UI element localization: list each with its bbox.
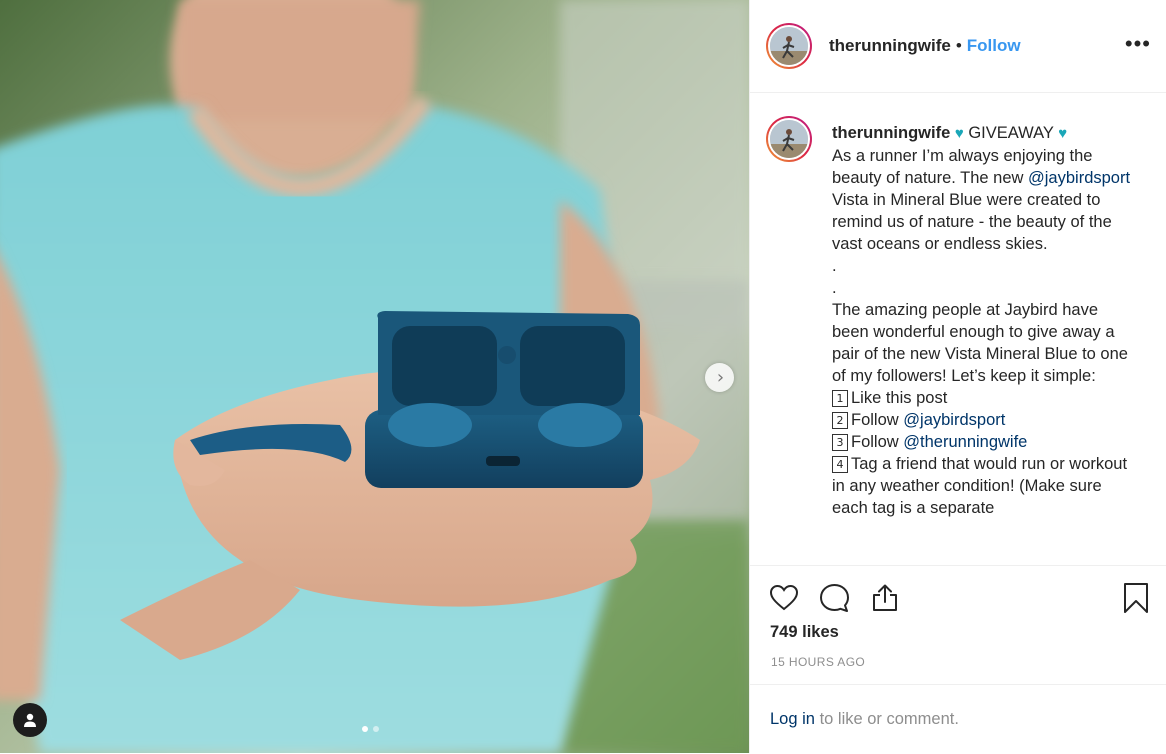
mention-link[interactable]: @jaybirdsport [1028, 169, 1130, 187]
keycap-number-icon: 1 [832, 390, 848, 407]
post-header: therunningwife • Follow ••• [750, 0, 1166, 93]
separator-dot: • [955, 36, 962, 55]
like-heart-icon[interactable] [768, 582, 800, 614]
step-text: Follow [851, 433, 899, 451]
post-timestamp[interactable]: 15 HOURS AGO [771, 655, 865, 669]
login-link[interactable]: Log in [770, 710, 815, 728]
carousel-indicator [362, 726, 379, 732]
caption-paragraph-1b: Vista in Mineral Blue were created to re… [832, 191, 1112, 253]
caption-author-avatar[interactable] [766, 116, 812, 162]
caption-username[interactable]: therunningwife [832, 124, 950, 142]
mention-link[interactable]: @jaybirdsport [903, 411, 1005, 429]
login-prompt: Log in to like or comment. [750, 684, 1166, 754]
runner-avatar-image [770, 27, 808, 65]
post-side-panel: therunningwife • Follow ••• therunningwi… [749, 0, 1166, 753]
user-icon [24, 713, 36, 727]
mention-link[interactable]: @therunningwife [903, 433, 1027, 451]
action-bar [750, 565, 1166, 628]
step-text: Like this post [851, 389, 948, 407]
keycap-number-icon: 4 [832, 456, 848, 473]
chevron-right-icon: › [716, 366, 725, 388]
author-username[interactable]: therunningwife [829, 36, 951, 56]
keycap-number-icon: 2 [832, 412, 848, 429]
caption-section: therunningwife ♥ GIVEAWAY ♥ As a runner … [766, 116, 1166, 562]
comment-icon[interactable] [818, 582, 851, 615]
share-icon[interactable] [869, 582, 901, 614]
keycap-number-icon: 3 [832, 434, 848, 451]
next-photo-button[interactable]: › [705, 363, 734, 392]
save-bookmark-icon[interactable] [1122, 582, 1150, 614]
carousel-dot [373, 726, 379, 732]
caption-heading: GIVEAWAY [968, 124, 1054, 142]
heart-emoji-icon: ♥ [954, 125, 964, 142]
caption-paragraph-2: The amazing people at Jaybird have been … [832, 301, 1128, 385]
carousel-dot-active [362, 726, 368, 732]
heart-emoji-icon: ♥ [1058, 125, 1068, 142]
follow-button[interactable]: Follow [967, 36, 1021, 56]
login-prompt-text: to like or comment. [819, 710, 959, 728]
caption-dot: . [832, 257, 837, 275]
more-options-icon[interactable]: ••• [1125, 33, 1151, 55]
step-text: Follow [851, 411, 899, 429]
step-text: Tag a friend that would run or workout i… [832, 455, 1128, 517]
runner-avatar-image [770, 120, 808, 158]
likes-count[interactable]: 749 likes [770, 623, 839, 642]
post-photo[interactable]: › [0, 0, 749, 753]
tagged-users-button[interactable] [13, 703, 47, 737]
author-avatar[interactable] [766, 23, 812, 69]
caption-dot: . [832, 279, 837, 297]
earbuds-photo-illustration [0, 0, 749, 753]
caption-text: therunningwife ♥ GIVEAWAY ♥ As a runner … [832, 122, 1137, 519]
